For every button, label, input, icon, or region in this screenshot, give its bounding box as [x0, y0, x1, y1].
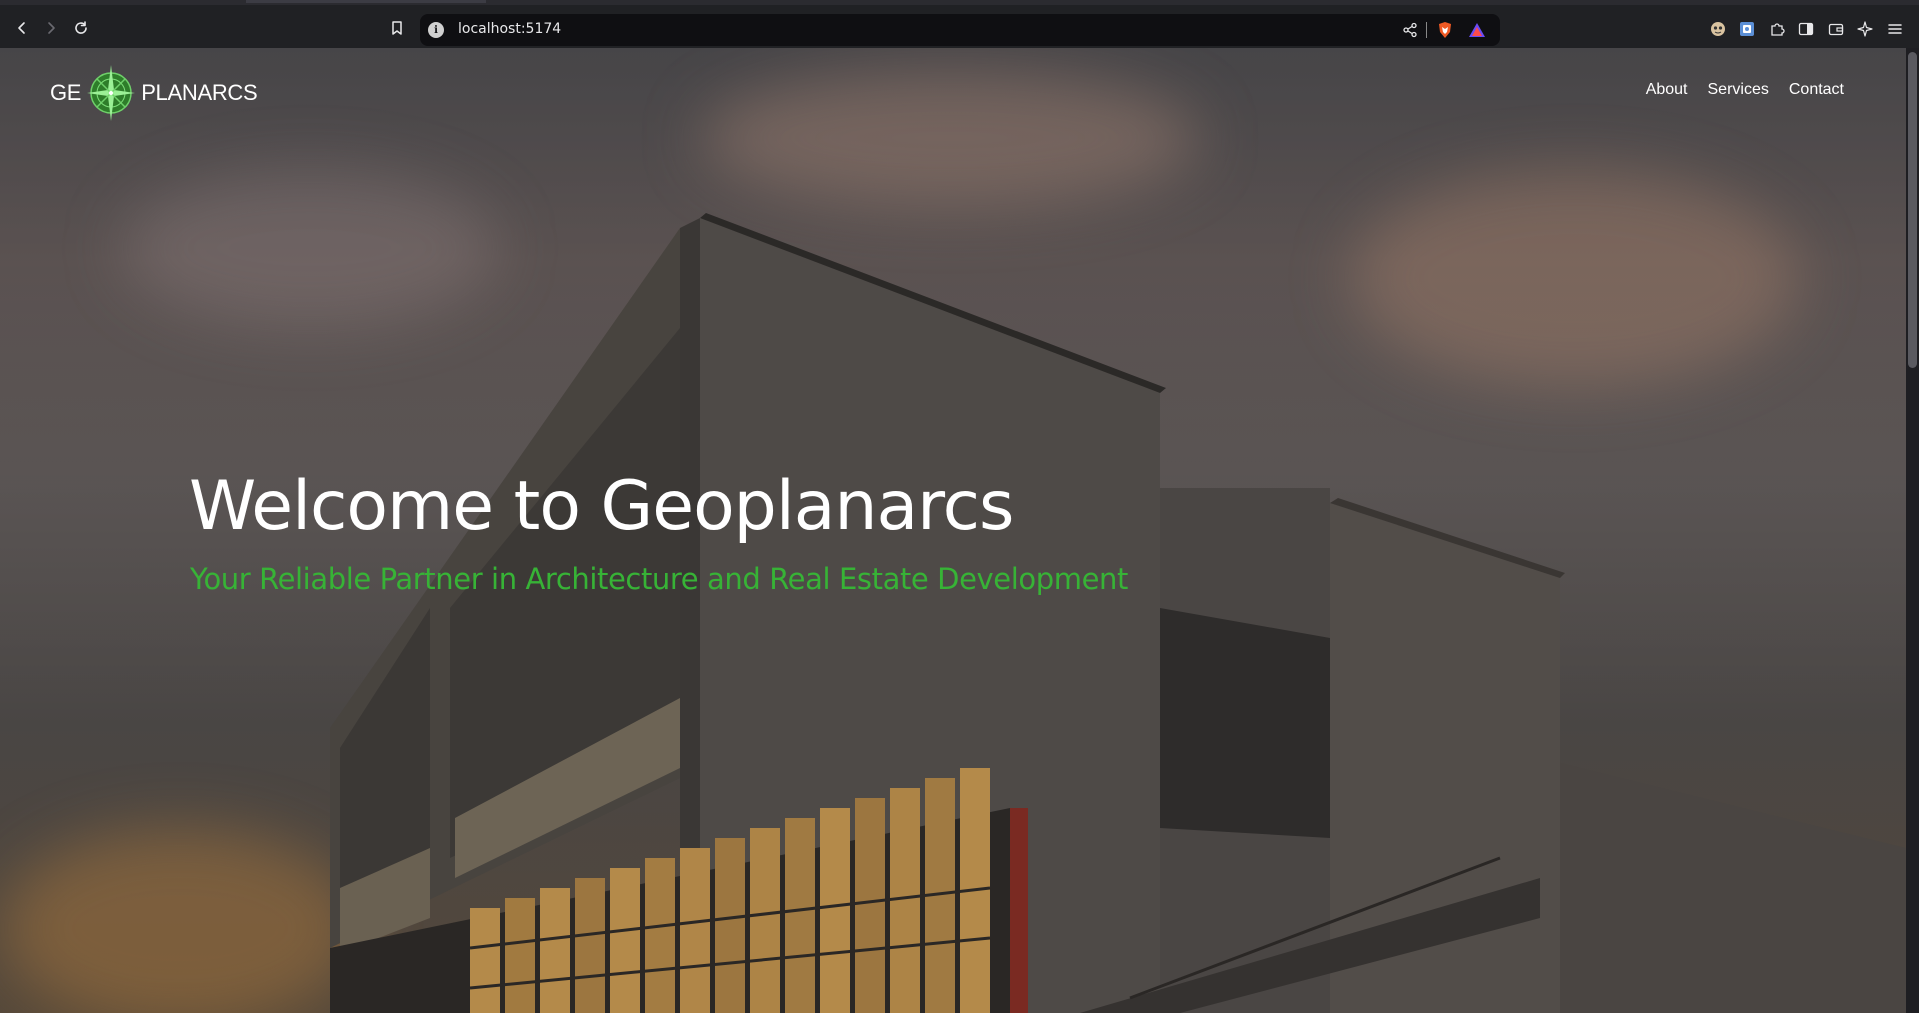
- wallet-icon[interactable]: [1827, 20, 1845, 38]
- extension-app-icon[interactable]: [1738, 20, 1756, 38]
- extensions-puzzle-icon[interactable]: [1768, 20, 1786, 38]
- bookmark-icon[interactable]: [388, 19, 406, 37]
- nav-contact[interactable]: Contact: [1789, 81, 1844, 99]
- sidebar-icon[interactable]: [1797, 20, 1815, 38]
- logo-text-left: GE: [50, 80, 82, 105]
- info-icon[interactable]: i: [428, 22, 444, 38]
- logo-text-right: PLANARCS: [141, 80, 258, 105]
- site-logo[interactable]: GE PLANARCS: [50, 62, 258, 124]
- scrollbar-thumb[interactable]: [1908, 52, 1917, 368]
- address-bar[interactable]: i localhost:5174: [420, 14, 1500, 46]
- menu-icon[interactable]: [1886, 20, 1904, 38]
- nav-services[interactable]: Services: [1708, 81, 1769, 99]
- share-icon[interactable]: [1402, 22, 1418, 38]
- address-separator: [1426, 22, 1427, 38]
- back-icon[interactable]: [11, 17, 33, 39]
- profile-avatar-icon[interactable]: [1709, 20, 1727, 38]
- brave-shield-icon[interactable]: [1436, 21, 1454, 39]
- active-tab-indicator: [246, 0, 486, 3]
- url-text[interactable]: localhost:5174: [458, 21, 561, 37]
- brave-rewards-icon[interactable]: [1468, 22, 1486, 38]
- reload-icon[interactable]: [70, 17, 92, 39]
- hero-title: Welcome to Geoplanarcs: [189, 467, 1014, 546]
- compass-icon: [87, 65, 136, 121]
- browser-toolbar: i localhost:5174: [0, 0, 1919, 48]
- main-nav: About Services Contact: [1646, 81, 1844, 99]
- hero-section: GE PLANARCS About Services Contact Welco…: [0, 48, 1906, 1013]
- nav-about[interactable]: About: [1646, 81, 1688, 99]
- leo-ai-icon[interactable]: [1856, 20, 1874, 38]
- site-header: GE PLANARCS About Services Contact: [0, 48, 1906, 138]
- hero-subtitle: Your Reliable Partner in Architecture an…: [190, 562, 1128, 596]
- forward-icon[interactable]: [40, 17, 62, 39]
